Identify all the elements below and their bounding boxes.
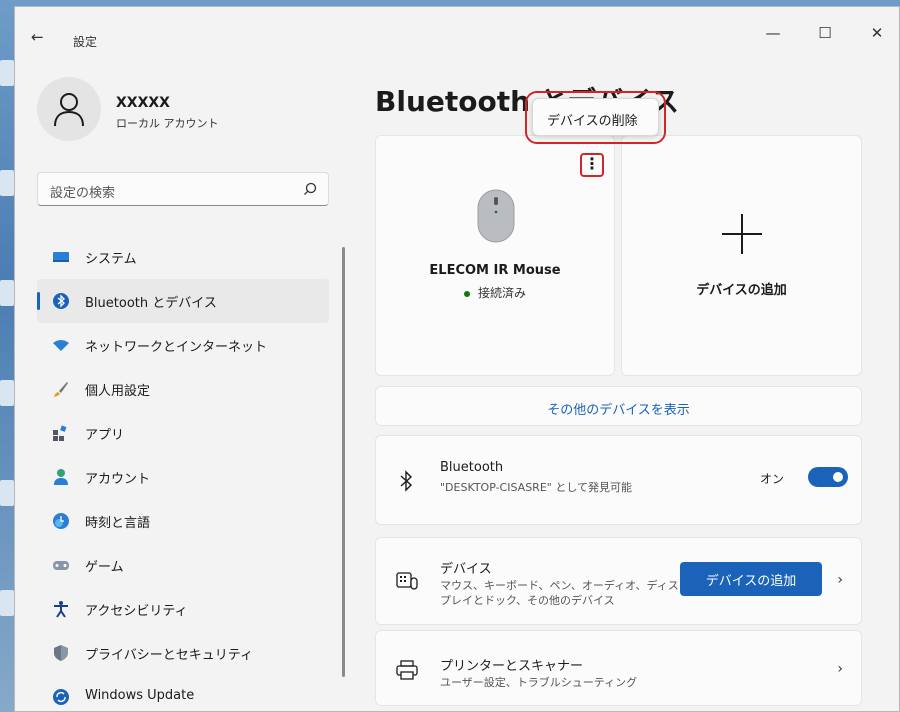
mouse-icon — [477, 189, 515, 243]
sidebar-item-system[interactable]: システム — [37, 235, 329, 279]
sidebar-item-label: Bluetooth とデバイス — [85, 296, 217, 311]
search-placeholder: 設定の検索 — [50, 186, 116, 201]
desktop-icon[interactable] — [0, 380, 14, 406]
sidebar-item-label: アプリ — [85, 428, 125, 443]
sidebar-item-time-language[interactable]: 時刻と言語 — [37, 499, 329, 543]
shield-icon — [54, 645, 68, 661]
plus-icon — [722, 214, 762, 254]
person-icon — [54, 93, 84, 127]
devices-subtitle-2: プレイとドック、その他のデバイス — [440, 594, 615, 607]
gamepad-icon — [53, 561, 69, 570]
add-device-card[interactable]: デバイスの追加 — [621, 135, 862, 376]
bluetooth-setting-row: Bluetooth "DESKTOP-CISASRE" として発見可能 オン — [375, 435, 862, 525]
toggle-knob — [833, 472, 843, 482]
sidebar-item-label: Windows Update — [85, 688, 195, 703]
back-button[interactable]: ← — [31, 27, 55, 47]
connected-dot — [463, 290, 470, 297]
more-options-button[interactable]: ⋮ — [580, 153, 604, 177]
minimize-button[interactable]: — — [753, 21, 793, 45]
sidebar-item-windows-update[interactable]: Windows Update — [37, 675, 329, 712]
remove-device-menu-item[interactable]: デバイスの削除 — [547, 110, 638, 129]
avatar[interactable] — [37, 77, 101, 141]
desktop-icon[interactable] — [0, 480, 14, 506]
bluetooth-toggle-label: オン — [760, 472, 785, 486]
settings-window: ← 設定 — ☐ ✕ XXXXX ローカル アカウント 設定の検索 システム B… — [14, 6, 900, 712]
device-card-elecom-mouse[interactable]: ELECOM IR Mouse 接続済み ⋮ — [375, 135, 615, 376]
desktop-icon[interactable] — [0, 170, 14, 196]
search-icon — [304, 182, 317, 195]
sidebar-item-apps[interactable]: アプリ — [37, 411, 329, 455]
wifi-icon — [53, 340, 69, 351]
maximize-button[interactable]: ☐ — [805, 21, 845, 45]
account-type: ローカル アカウント — [116, 117, 219, 130]
sidebar-nav: システム Bluetooth とデバイス ネットワークとインターネット 個人用設… — [37, 235, 329, 712]
apps-icon — [53, 425, 67, 441]
user-name: XXXXX — [116, 95, 170, 111]
context-menu: デバイスの削除 — [532, 98, 659, 136]
device-name: ELECOM IR Mouse — [429, 263, 561, 278]
device-status-text: 接続済み — [477, 286, 526, 300]
chevron-right-icon: › — [837, 572, 843, 588]
sidebar-item-network[interactable]: ネットワークとインターネット — [37, 323, 329, 367]
globe-clock-icon — [53, 513, 69, 529]
sidebar-item-accounts[interactable]: アカウント — [37, 455, 329, 499]
sidebar-item-privacy-security[interactable]: プライバシーとセキュリティ — [37, 631, 329, 675]
device-status: 接続済み — [376, 284, 614, 301]
desktop-icon[interactable] — [0, 60, 14, 86]
printers-title: プリンターとスキャナー — [440, 659, 584, 674]
show-more-devices-link[interactable]: その他のデバイスを表示 — [375, 386, 862, 426]
bluetooth-title: Bluetooth — [440, 460, 504, 475]
monitor-icon — [53, 252, 69, 262]
devices-title: デバイス — [440, 562, 492, 577]
sidebar-item-label: システム — [85, 252, 137, 267]
sidebar-item-label: アカウント — [85, 472, 151, 487]
bluetooth-icon — [53, 293, 69, 309]
person-icon — [54, 469, 68, 485]
printer-icon — [396, 660, 418, 680]
devices-subtitle-1: マウス、キーボード、ペン、オーディオ、ディス — [440, 579, 679, 592]
sidebar-item-gaming[interactable]: ゲーム — [37, 543, 329, 587]
selection-indicator — [37, 292, 40, 310]
bluetooth-subtitle: "DESKTOP-CISASRE" として発見可能 — [440, 481, 632, 494]
devices-setting-row[interactable]: デバイス マウス、キーボード、ペン、オーディオ、ディス プレイとドック、その他の… — [375, 537, 862, 625]
printers-subtitle: ユーザー設定、トラブルシューティング — [440, 676, 638, 689]
update-icon — [53, 689, 69, 705]
app-title: 設定 — [73, 35, 98, 49]
search-input[interactable]: 設定の検索 — [37, 172, 329, 206]
desktop-icon[interactable] — [0, 590, 14, 616]
desktop-icon[interactable] — [0, 280, 14, 306]
keyboard-mouse-icon — [396, 572, 418, 590]
title-bar: ← 設定 — ☐ ✕ — [15, 7, 899, 51]
sidebar-item-personalization[interactable]: 個人用設定 — [37, 367, 329, 411]
bluetooth-icon — [400, 470, 413, 492]
sidebar-item-bluetooth[interactable]: Bluetooth とデバイス — [37, 279, 329, 323]
chevron-right-icon: › — [837, 661, 843, 677]
bluetooth-toggle[interactable] — [808, 467, 848, 487]
sidebar-item-label: ゲーム — [85, 560, 124, 575]
add-device-label: デバイスの追加 — [696, 283, 787, 298]
sidebar-item-accessibility[interactable]: アクセシビリティ — [37, 587, 329, 631]
accessibility-icon — [54, 601, 68, 618]
sidebar-item-label: プライバシーとセキュリティ — [85, 648, 253, 663]
close-button[interactable]: ✕ — [857, 21, 897, 45]
show-more-devices-label: その他のデバイスを表示 — [547, 403, 690, 418]
brush-icon — [54, 382, 68, 397]
add-device-button[interactable]: デバイスの追加 — [680, 562, 822, 596]
sidebar-item-label: ネットワークとインターネット — [85, 340, 268, 355]
printers-scanners-row[interactable]: プリンターとスキャナー ユーザー設定、トラブルシューティング › — [375, 630, 862, 706]
sidebar-scrollbar[interactable] — [342, 247, 345, 677]
sidebar-item-label: 個人用設定 — [85, 384, 151, 399]
sidebar-item-label: 時刻と言語 — [85, 516, 151, 531]
sidebar-item-label: アクセシビリティ — [85, 604, 188, 619]
